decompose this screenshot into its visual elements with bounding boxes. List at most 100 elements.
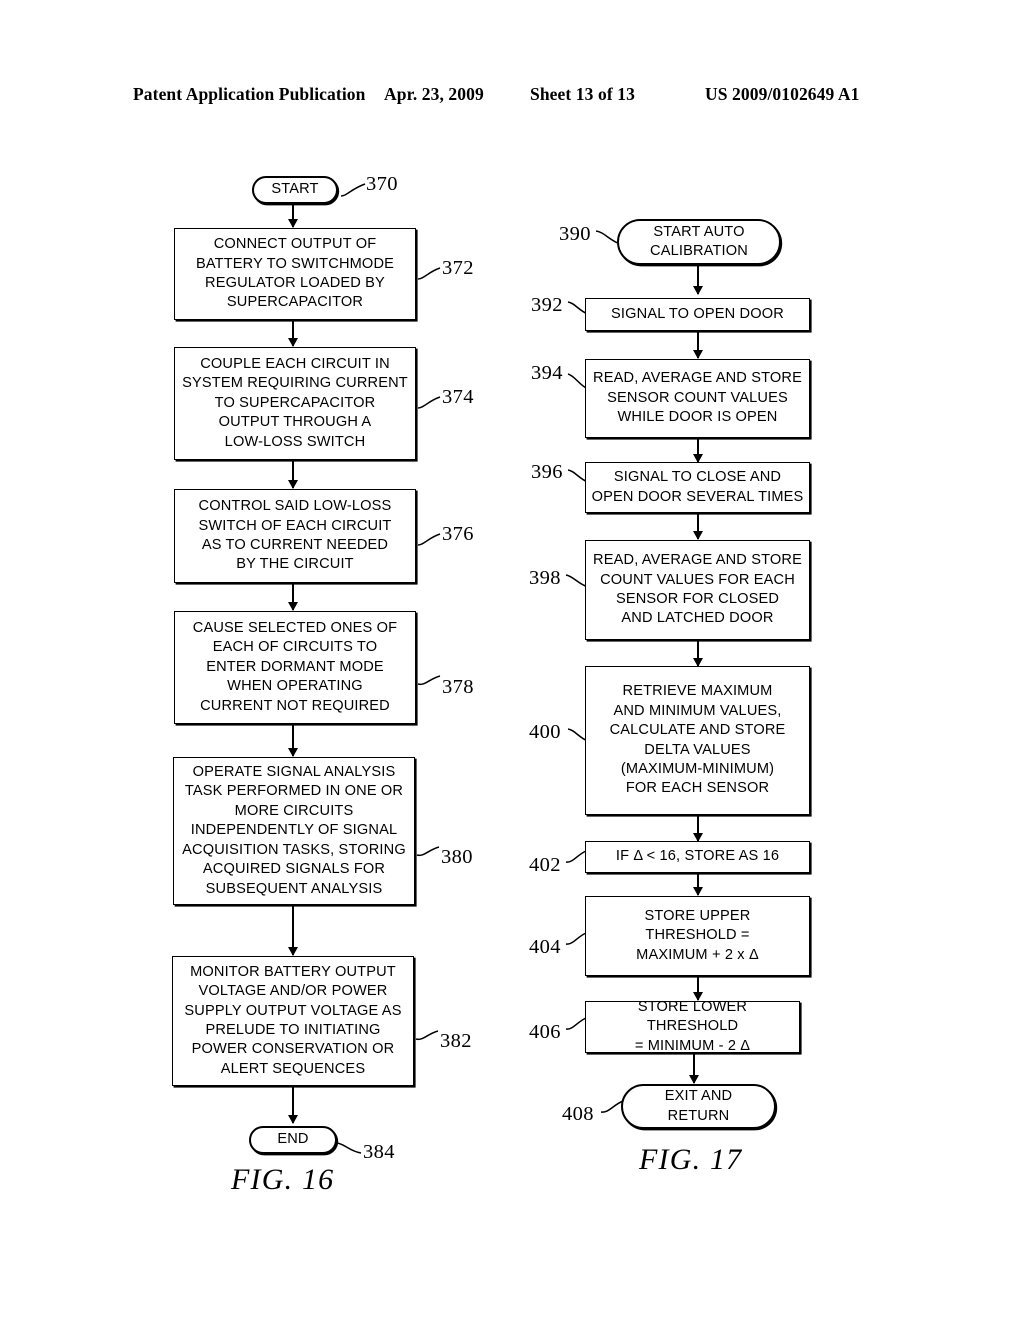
line: EACH OF CIRCUITS TO (212, 639, 378, 656)
line: AS TO CURRENT NEEDED (201, 537, 389, 553)
fig17-ref-402: 402 (529, 854, 561, 876)
fig17-node-400: RETRIEVE MAXIMUM AND MINIMUM VALUES, CAL… (585, 666, 810, 815)
fig16-leader-378 (417, 673, 441, 687)
line: AND MINIMUM VALUES, (613, 702, 782, 719)
fig17-node-392-text: SIGNAL TO OPEN DOOR (611, 305, 784, 322)
line: RETURN (667, 1107, 730, 1124)
line: POWER CONSERVATION OR (191, 1041, 395, 1058)
line: RETRIEVE MAXIMUM (622, 683, 773, 700)
fig17-caption: FIG. 17 (639, 1143, 743, 1176)
fig17-arrow-402-404 (697, 873, 700, 895)
header-sheet-number: Sheet 13 of 13 (530, 84, 635, 104)
fig17-ref-404: 404 (529, 936, 561, 958)
line: COUPLE EACH CIRCUIT IN (200, 355, 390, 372)
fig17-ref-396: 396 (531, 461, 563, 483)
fig17-arrow-394-396 (697, 438, 700, 462)
fig17-ref-390: 390 (559, 223, 591, 245)
fig16-ref-382: 382 (440, 1030, 472, 1052)
fig16-leader-384 (336, 1140, 362, 1156)
line: DELTA VALUES (644, 741, 751, 758)
fig16-node-372: CONNECT OUTPUT OF BATTERY TO SWITCHMODE … (174, 228, 416, 320)
fig17-node-400-text: RETRIEVE MAXIMUM AND MINIMUM VALUES, CAL… (605, 682, 791, 798)
fig17-arrow-392-394 (697, 331, 700, 358)
line: PRELUDE TO INITIATING (205, 1022, 381, 1038)
line: ALERT SEQUENCES (220, 1060, 366, 1077)
fig17-node-404: STORE UPPER THRESHOLD = MAXIMUM + 2 x Δ (585, 896, 810, 976)
fig16-leader-372 (417, 265, 441, 281)
fig16-node-374-text: COUPLE EACH CIRCUIT IN SYSTEM REQUIRING … (177, 355, 413, 452)
fig16-ref-376: 376 (442, 523, 474, 545)
line: SUBSEQUENT ANALYSIS (205, 880, 383, 897)
fig17-node-402: IF Δ < 16, STORE AS 16 (585, 841, 810, 873)
fig16-arrow-370-372 (292, 205, 295, 227)
fig17-ref-394: 394 (531, 362, 563, 384)
line: WHEN OPERATING (227, 678, 363, 695)
line: READ, AVERAGE AND STORE (593, 552, 802, 569)
fig17-arrow-400-402 (697, 815, 700, 841)
fig16-node-end: END (249, 1126, 337, 1154)
fig17-arrow-390-392 (697, 266, 700, 294)
fig17-ref-400: 400 (529, 721, 561, 743)
line: SWITCH OF EACH CIRCUIT (198, 517, 392, 534)
line: CONTROL SAID LOW-LOSS (198, 498, 392, 515)
fig16-leader-376 (417, 531, 441, 547)
fig16-node-378: CAUSE SELECTED ONES OF EACH OF CIRCUITS … (174, 611, 416, 724)
fig17-ref-398: 398 (529, 567, 561, 589)
line: MORE CIRCUITS (234, 802, 354, 819)
line: ACQUIRED SIGNALS FOR (202, 861, 386, 878)
fig16-ref-374: 374 (442, 386, 474, 408)
fig16-caption: FIG. 16 (231, 1163, 335, 1196)
fig17-node-394: READ, AVERAGE AND STORE SENSOR COUNT VAL… (585, 359, 810, 438)
line: ENTER DORMANT MODE (206, 658, 384, 675)
line: SYSTEM REQUIRING CURRENT (182, 375, 408, 392)
fig16-arrow-380-382 (292, 905, 295, 955)
line: OUTPUT THROUGH A (218, 414, 372, 431)
line: INDEPENDENTLY OF SIGNAL (190, 822, 398, 839)
fig16-node-378-text: CAUSE SELECTED ONES OF EACH OF CIRCUITS … (188, 619, 402, 716)
fig17-ref-392: 392 (531, 294, 563, 316)
header-publication-title: Patent Application Publication (133, 84, 366, 104)
line: MONITOR BATTERY OUTPUT (190, 963, 396, 980)
fig16-arrow-374-376 (292, 460, 295, 488)
fig16-node-376: CONTROL SAID LOW-LOSS SWITCH OF EACH CIR… (174, 489, 416, 583)
fig16-leader-374 (417, 394, 441, 410)
line: FOR EACH SENSOR (625, 780, 770, 797)
fig17-node-404-text: STORE UPPER THRESHOLD = MAXIMUM + 2 x Δ (631, 907, 764, 965)
sheet-header: Patent Application Publication Apr. 23, … (0, 84, 1024, 110)
line: ACQUISITION TASKS, STORING (182, 841, 406, 858)
fig16-leader-382 (415, 1028, 439, 1042)
fig17-node-396-text: SIGNAL TO CLOSE AND OPEN DOOR SEVERAL TI… (587, 468, 809, 507)
line: OPEN DOOR SEVERAL TIMES (591, 488, 804, 505)
fig16-arrow-378-380 (292, 724, 295, 756)
fig16-node-380: OPERATE SIGNAL ANALYSIS TASK PERFORMED I… (173, 757, 415, 905)
line: COUNT VALUES FOR EACH (600, 571, 795, 588)
line: CAUSE SELECTED ONES OF (192, 619, 398, 636)
line: WHILE DOOR IS OPEN (617, 409, 778, 426)
line: STORE LOWER THRESHOLD (637, 998, 748, 1035)
line: BATTERY TO SWITCHMODE (195, 255, 395, 272)
line: CALCULATE AND STORE (609, 722, 786, 739)
fig16-node-start-label: START (271, 181, 319, 198)
line: SIGNAL TO CLOSE AND (613, 469, 782, 486)
fig17-leader-404 (565, 930, 587, 948)
fig17-ref-406: 406 (529, 1021, 561, 1043)
line: SUPPLY OUTPUT VOLTAGE AS (184, 1002, 402, 1019)
line: OPERATE SIGNAL ANALYSIS (192, 764, 396, 781)
line: CONNECT OUTPUT OF (213, 236, 377, 253)
fig16-node-382: MONITOR BATTERY OUTPUT VOLTAGE AND/OR PO… (172, 956, 414, 1086)
fig17-node-392: SIGNAL TO OPEN DOOR (585, 298, 810, 331)
line: MAXIMUM + 2 x Δ (636, 946, 759, 963)
fig17-node-406-text: STORE LOWER THRESHOLD = MINIMUM - 2 Δ (586, 998, 799, 1056)
header-publication-date: Apr. 23, 2009 (384, 84, 484, 104)
line: EXIT AND (664, 1088, 733, 1105)
fig16-ref-384: 384 (363, 1141, 395, 1163)
line: AND LATCHED DOOR (621, 610, 774, 627)
fig17-node-start-auto-calibration: START AUTO CALIBRATION (617, 219, 781, 265)
fig16-leader-370 (340, 181, 366, 197)
fig17-node-390-text: START AUTO CALIBRATION (645, 223, 753, 262)
line: BY THE CIRCUIT (236, 556, 354, 573)
line: READ, AVERAGE AND STORE (593, 370, 802, 387)
line: TO SUPERCAPACITOR (214, 394, 376, 411)
line: SENSOR FOR CLOSED (615, 591, 780, 607)
fig17-node-398-text: READ, AVERAGE AND STORE COUNT VALUES FOR… (588, 551, 807, 629)
